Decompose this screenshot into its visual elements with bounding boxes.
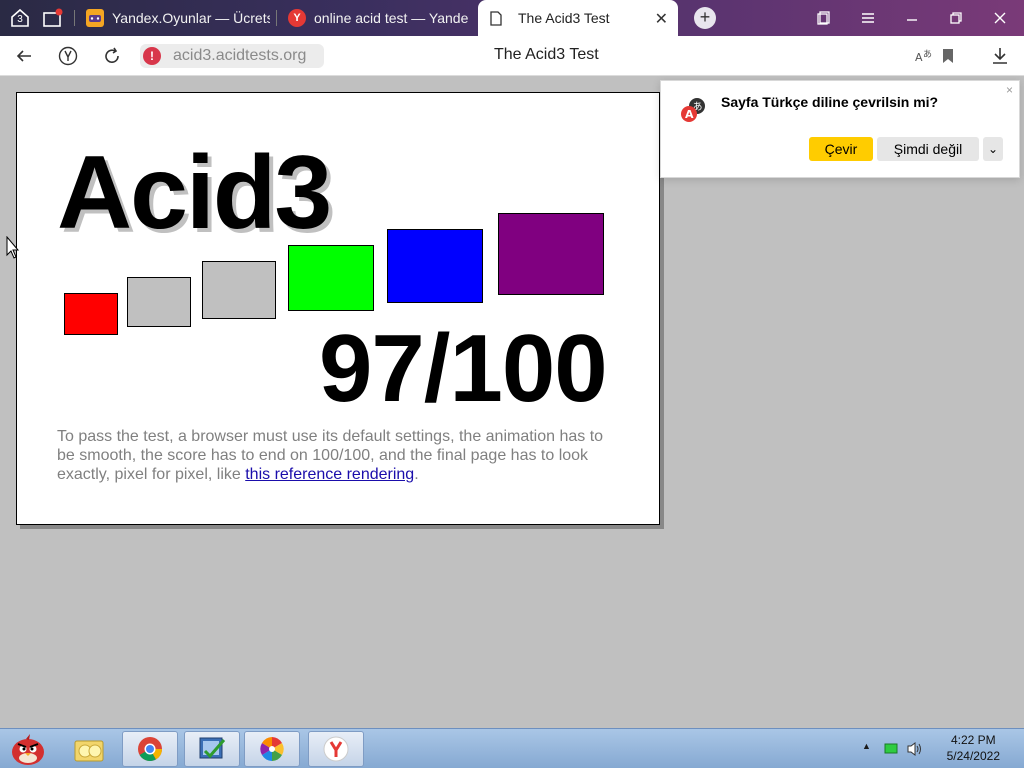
- svg-text:あ: あ: [923, 49, 932, 60]
- tab-divider: [276, 10, 277, 26]
- url-bar[interactable]: ! acid3.acidtests.org: [140, 44, 324, 68]
- tray-expand-icon[interactable]: ▲: [862, 741, 871, 751]
- clock-date: 5/24/2022: [946, 749, 1000, 763]
- start-button[interactable]: [2, 731, 54, 767]
- angry-bird-icon: [12, 734, 44, 765]
- minimize-icon[interactable]: [900, 6, 924, 30]
- translate-options-dropdown[interactable]: ⌄: [983, 137, 1003, 161]
- yandex-browser-task[interactable]: [308, 731, 364, 767]
- popup-close-icon[interactable]: ×: [1006, 83, 1013, 97]
- close-window-icon[interactable]: [988, 6, 1012, 30]
- translate-popup-icon: あ A: [681, 98, 705, 122]
- tab-count-badge: 3: [17, 14, 23, 25]
- pinwheel-app-icon: [260, 737, 284, 761]
- translate-popup: あ A Sayfa Türkçe diline çevrilsin mi? × …: [660, 80, 1020, 178]
- download-icon: [993, 48, 1007, 64]
- page-title: The Acid3 Test: [494, 46, 599, 63]
- test-box-1: [64, 293, 118, 335]
- chrome-icon: [138, 737, 162, 762]
- collections-icon[interactable]: [812, 6, 836, 30]
- bookmark-icon: [943, 49, 953, 63]
- chrome-task[interactable]: [122, 731, 178, 767]
- games-icon: [86, 9, 104, 27]
- tab-strip: 3 Yandex.Oyunlar — Ücretsi Y online acid…: [0, 0, 1024, 36]
- acid3-heading: Acid3: [57, 135, 332, 251]
- folder-icon: [74, 740, 104, 762]
- translate-button-primary[interactable]: Çevir: [809, 137, 873, 161]
- insecure-warning-icon[interactable]: !: [143, 47, 161, 65]
- page-icon: [490, 11, 502, 26]
- test-box-3: [202, 261, 276, 319]
- system-clock[interactable]: 4:22 PM 5/24/2022: [947, 732, 1000, 764]
- mouse-cursor-icon: [6, 236, 20, 259]
- translate-question: Sayfa Türkçe diline çevrilsin mi?: [721, 94, 939, 110]
- translate-icon: Aあ: [915, 49, 932, 64]
- reload-icon: [105, 47, 119, 63]
- test-box-6: [498, 213, 604, 295]
- reload-button[interactable]: [100, 44, 124, 68]
- menu-icon[interactable]: [856, 6, 880, 30]
- checklist-app-icon: [199, 737, 226, 759]
- close-tab-icon[interactable]: ✕: [655, 9, 668, 29]
- yandex-browser-icon: [323, 736, 349, 762]
- url-text[interactable]: acid3.acidtests.org: [173, 47, 306, 65]
- volume-icon[interactable]: [906, 741, 924, 757]
- test-box-2: [127, 277, 191, 327]
- yandex-icon: Y: [288, 9, 306, 27]
- description-end: .: [414, 466, 419, 483]
- acid3-content: Acid3 97/100 To pass the test, a browser…: [16, 92, 660, 525]
- restore-icon[interactable]: [944, 6, 968, 30]
- tab-title: online acid test — Yande: [314, 10, 468, 26]
- back-arrow-icon: [16, 50, 31, 62]
- address-toolbar: ! acid3.acidtests.org The Acid3 Test Aあ: [0, 36, 1024, 76]
- tab-acid3-active[interactable]: The Acid3 Test ✕: [478, 0, 678, 36]
- clock-time: 4:22 PM: [950, 733, 996, 747]
- yandex-button[interactable]: [56, 44, 80, 68]
- tab-online-acid-test[interactable]: Y online acid test — Yande: [288, 4, 468, 32]
- test-box-4: [288, 245, 374, 311]
- reference-rendering-link[interactable]: this reference rendering: [245, 466, 414, 483]
- new-tab-button[interactable]: +: [694, 7, 716, 29]
- downloads-button[interactable]: [988, 44, 1012, 68]
- taskbar: ▲ 4:22 PM 5/24/2022: [0, 728, 1024, 768]
- test-description: To pass the test, a browser must use its…: [57, 427, 617, 484]
- test-box-5: [387, 229, 483, 303]
- bookmark-button[interactable]: [936, 44, 960, 68]
- yandex-logo-icon: [58, 46, 78, 66]
- app-task-checklist[interactable]: [184, 731, 240, 767]
- network-icon[interactable]: [884, 743, 898, 755]
- downloads-tab-icon[interactable]: [40, 6, 64, 30]
- tab-title: Yandex.Oyunlar — Ücretsi: [112, 10, 270, 26]
- app-task-pinwheel[interactable]: [244, 731, 300, 767]
- tab-yandex-games[interactable]: Yandex.Oyunlar — Ücretsi: [86, 4, 270, 32]
- svg-text:A: A: [915, 51, 923, 64]
- tab-manager-icon[interactable]: 3: [8, 6, 32, 30]
- back-button[interactable]: [12, 44, 36, 68]
- file-explorer-task[interactable]: [62, 731, 118, 767]
- tab-divider: [74, 10, 75, 26]
- score-value: 97/100: [319, 315, 608, 422]
- svg-text:A: A: [685, 108, 694, 121]
- not-now-button[interactable]: Şimdi değil: [877, 137, 979, 161]
- translate-button[interactable]: Aあ: [912, 44, 936, 68]
- tab-title: The Acid3 Test: [518, 10, 610, 26]
